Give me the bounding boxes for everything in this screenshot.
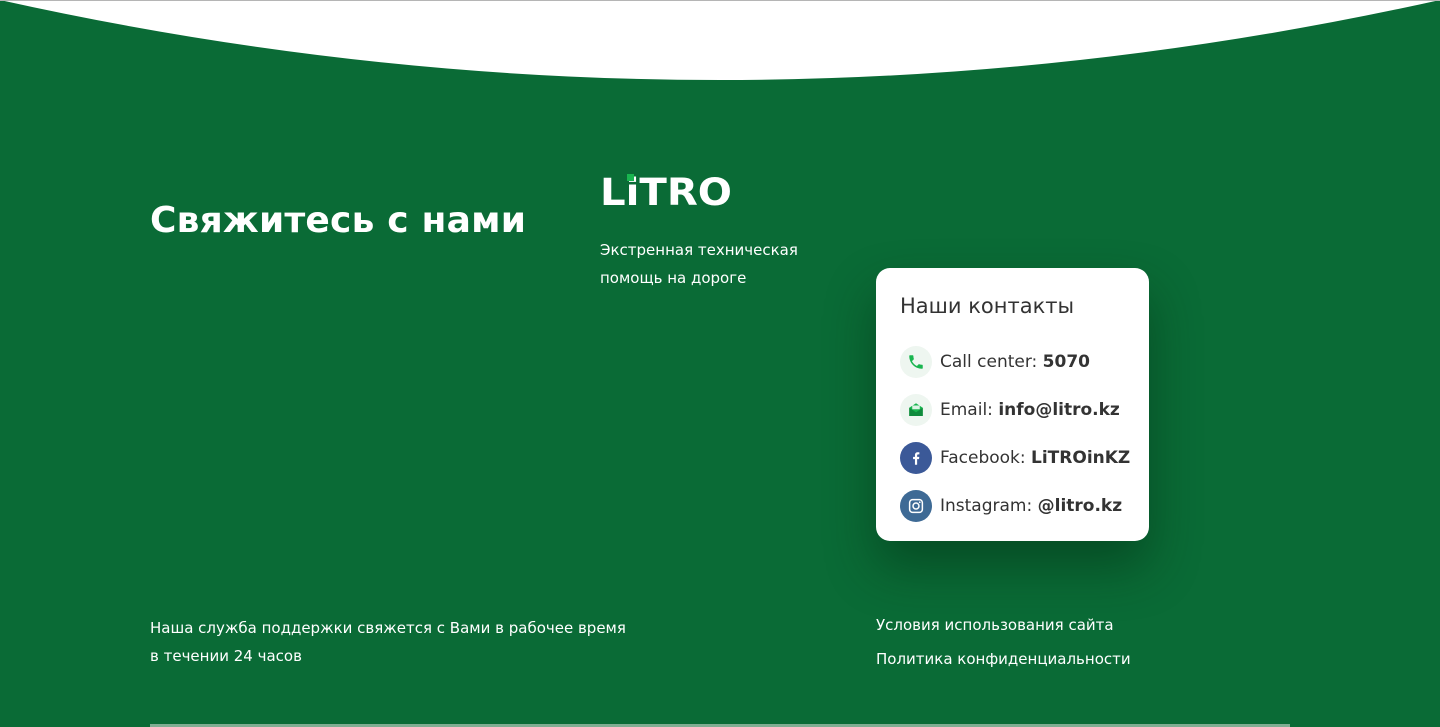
- support-text-line-1: Наша служба поддержки свяжется с Вами в …: [150, 619, 626, 637]
- top-curve-decoration: [0, 0, 1440, 80]
- litro-logo[interactable]: LiTRO: [600, 172, 732, 208]
- logo-text: LiTRO: [600, 172, 732, 208]
- contact-text: Email: info@litro.kz: [940, 400, 1120, 420]
- mail-icon: [900, 394, 932, 426]
- email-link[interactable]: info@litro.kz: [998, 400, 1120, 420]
- contact-row-call-center[interactable]: Call center: 5070: [900, 338, 1149, 386]
- instagram-link[interactable]: @litro.kz: [1038, 496, 1123, 516]
- footer-links: Условия использования сайта Политика кон…: [876, 612, 1131, 680]
- facebook-icon: [900, 442, 932, 474]
- contact-text: Call center: 5070: [940, 352, 1090, 372]
- logo-accent-dot: [627, 174, 634, 181]
- privacy-link[interactable]: Политика конфиденциальности: [876, 650, 1131, 668]
- contact-text: Facebook: LiTROinKZ: [940, 448, 1130, 468]
- contact-row-email[interactable]: Email: info@litro.kz: [900, 386, 1149, 434]
- instagram-icon: [900, 490, 932, 522]
- contact-label: Facebook:: [940, 448, 1026, 468]
- terms-link[interactable]: Условия использования сайта: [876, 616, 1114, 634]
- facebook-link[interactable]: LiTROinKZ: [1031, 448, 1130, 468]
- contact-row-instagram[interactable]: Instagram: @litro.kz: [900, 482, 1149, 530]
- footer-link-item: Политика конфиденциальности: [876, 646, 1131, 680]
- contact-heading: Свяжитесь с нами: [150, 200, 527, 241]
- call-center-number[interactable]: 5070: [1043, 352, 1090, 372]
- support-text-line-2: в течении 24 часов: [150, 647, 302, 665]
- footer-link-item: Условия использования сайта: [876, 612, 1131, 646]
- contact-label: Instagram:: [940, 496, 1033, 516]
- contact-text: Instagram: @litro.kz: [940, 496, 1122, 516]
- contact-label: Call center:: [940, 352, 1038, 372]
- contact-label: Email:: [940, 400, 993, 420]
- card-title: Наши контакты: [900, 294, 1075, 318]
- contact-row-facebook[interactable]: Facebook: LiTROinKZ: [900, 434, 1149, 482]
- contacts-card: Наши контакты Call center: 5070 Email: i…: [876, 268, 1149, 541]
- phone-icon: [900, 346, 932, 378]
- tagline: Экстренная техническая помощь на дороге: [600, 241, 798, 287]
- contact-list: Call center: 5070 Email: info@litro.kz F…: [900, 338, 1149, 530]
- support-text: Наша служба поддержки свяжется с Вами в …: [150, 614, 650, 670]
